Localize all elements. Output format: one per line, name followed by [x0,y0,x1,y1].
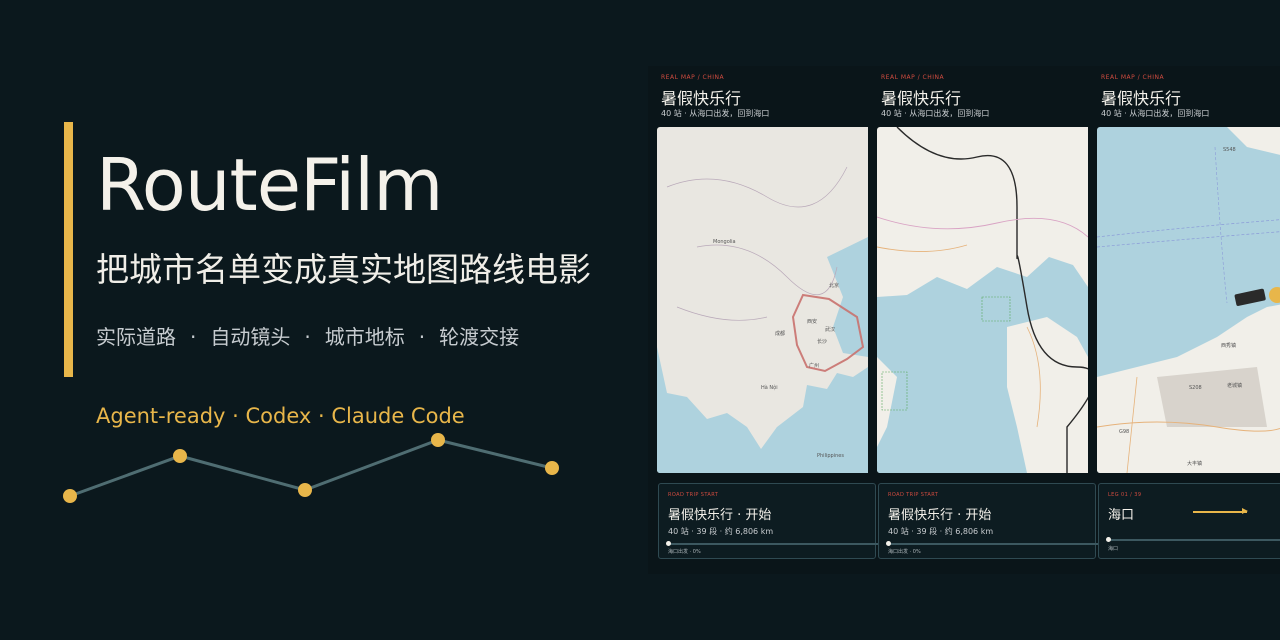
app-preview-strip: REAL MAP / CHINA 暑假快乐行 40 站 · 从海口出发，回到海口… [648,66,1280,574]
route-stop-dot [298,483,312,497]
hero-subtitle: 把城市名单变成真实地图路线电影 [96,250,591,289]
leg-status-panel: LEG 01 / 39 海口 海口 [1098,483,1280,559]
feature-item: 自动镜头 [210,325,291,349]
map-label: 大丰镇 [1187,460,1202,467]
separator: · [190,325,197,349]
card-kicker: REAL MAP / CHINA [881,74,945,81]
accent-bar [64,122,73,377]
map-label: 北京 [829,282,839,289]
progress-track[interactable] [888,543,1098,545]
card-meta: 40 站 · 从海口出发，回到海口 [1101,109,1210,118]
progress-track[interactable] [1108,539,1280,541]
map-label: S208 [1189,385,1202,391]
preview-card-overview: REAL MAP / CHINA 暑假快乐行 40 站 · 从海口出发，回到海口… [648,66,878,574]
map-label: 西安 [807,318,817,325]
card-title: 暑假快乐行 [881,89,962,108]
map-label: 西秀镇 [1221,342,1236,349]
map-view[interactable]: S548 S208 G98 西秀镇 老城镇 大丰镇 [1097,127,1280,473]
panel-kicker: ROAD TRIP START [668,492,719,498]
map-label: G98 [1119,429,1129,435]
route-stop-dot [431,433,445,447]
progress-handle[interactable] [666,541,671,546]
map-label: 老城镇 [1227,382,1242,389]
separator: · [418,325,426,349]
preview-card-route: REAL MAP / CHINA 暑假快乐行 40 站 · 从海口出发，回到海口… [868,66,1098,574]
feature-item: 实际道路 [96,325,176,349]
map-view[interactable] [877,127,1088,473]
map-label: 长沙 [817,338,827,345]
route-stop-dot [545,461,559,475]
map-label: Mongolia [713,239,736,245]
panel-kicker: ROAD TRIP START [888,492,939,498]
map-label: Philippines [817,453,844,459]
panel-title: 暑假快乐行 · 开始 [668,508,772,523]
map-view[interactable]: Mongolia 北京 西安 武汉 长沙 广州 成都 Hà Nội Philip… [657,127,868,473]
feature-item: 轮渡交接 [439,325,520,349]
map-label: Hà Nội [761,384,778,391]
preview-card-leg: REAL MAP / CHINA 暑假快乐行 40 站 · 从海口出发，回到海口… [1088,66,1280,574]
progress-label: 海口 [1108,546,1119,552]
panel-title: 暑假快乐行 · 开始 [888,508,992,523]
card-kicker: REAL MAP / CHINA [1101,74,1165,81]
panel-title: 海口 [1108,508,1135,523]
card-title: 暑假快乐行 [1101,89,1182,108]
feature-item: 城市地标 [324,325,405,349]
route-stop-dot [63,489,77,503]
map-label: 武汉 [825,326,835,333]
card-title: 暑假快乐行 [661,89,742,108]
trip-status-panel: ROAD TRIP START 暑假快乐行 · 开始 40 站 · 39 段 ·… [878,483,1098,559]
progress-label: 海口出发 · 0% [668,549,701,555]
route-stop-dot [173,449,187,463]
progress-handle[interactable] [886,541,891,546]
progress-track[interactable] [668,543,878,545]
separator: · [304,325,311,349]
hero-title: RouteFilm [96,143,443,227]
card-meta: 40 站 · 从海口出发，回到海口 [881,109,990,118]
progress-label: 海口出发 · 0% [888,549,921,555]
map-label: 广州 [809,362,819,369]
progress-handle[interactable] [1106,537,1111,542]
arrow-right-icon [1193,508,1248,514]
card-kicker: REAL MAP / CHINA [661,74,725,81]
feature-list: 实际道路 · 自动镜头 · 城市地标 · 轮渡交接 [96,322,519,352]
panel-kicker: LEG 01 / 39 [1108,492,1142,498]
map-label: 成都 [775,330,785,337]
route-line-decoration [63,433,559,503]
map-label: S548 [1223,147,1236,153]
panel-meta: 40 站 · 39 段 · 约 6,806 km [888,527,994,536]
card-meta: 40 站 · 从海口出发，回到海口 [661,109,770,118]
trip-status-panel: ROAD TRIP START 暑假快乐行 · 开始 40 站 · 39 段 ·… [658,483,878,559]
panel-meta: 40 站 · 39 段 · 约 6,806 km [668,527,774,536]
